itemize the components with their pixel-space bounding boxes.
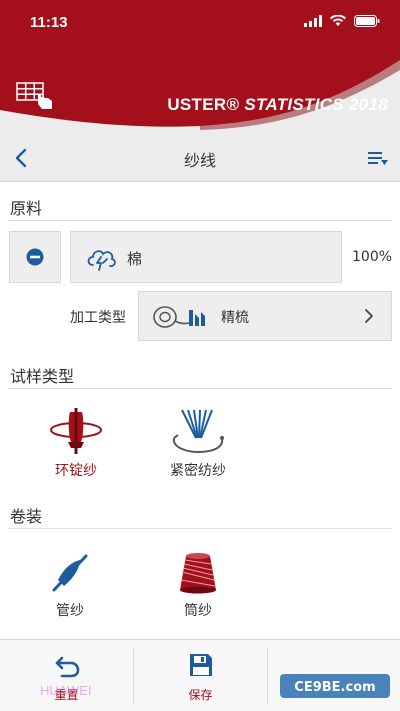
battery-icon: [354, 15, 380, 27]
uster-grid-hand-icon[interactable]: [16, 82, 54, 110]
signal-icon: [304, 15, 322, 27]
section-divider: [8, 220, 392, 221]
processing-type-value: 精梳: [221, 310, 249, 326]
section-divider: [8, 388, 392, 389]
device-watermark: HUAWEI: [40, 683, 92, 698]
app-header: 11:13 USTER® STATISTICS 2018: [0, 0, 400, 134]
sample-option-label: 紧密纺纱: [170, 463, 226, 479]
processing-type-select[interactable]: 精梳: [138, 291, 392, 341]
brand-title-prefix: USTER®: [167, 95, 245, 114]
material-label: 棉: [127, 250, 143, 268]
brand-title: USTER® STATISTICS 2018: [167, 95, 388, 115]
material-select[interactable]: 棉: [70, 231, 342, 283]
status-bar: 11:13: [0, 0, 400, 44]
brand-title-main: STATISTICS 2018: [244, 95, 388, 114]
site-watermark-text: CE9BE.com: [294, 680, 375, 695]
package-option-cone[interactable]: 筒纱: [148, 550, 248, 620]
cone-package-icon: [180, 553, 216, 594]
list-menu-icon[interactable]: [366, 146, 390, 170]
raw-material-heading: 原料: [10, 199, 43, 218]
bobbin-icon: [52, 554, 88, 592]
sample-option-compact-spun[interactable]: 紧密纺纱: [148, 408, 248, 480]
site-watermark-badge: CE9BE.com: [280, 674, 390, 698]
package-option-bobbin[interactable]: 管纱: [20, 550, 120, 620]
section-divider: [8, 528, 392, 529]
sample-option-ring-spun[interactable]: 环锭纱: [26, 408, 126, 480]
package-heading: 卷装: [10, 507, 43, 526]
floppy-disk-icon: [189, 654, 212, 676]
chevron-right-icon: [365, 309, 373, 323]
wifi-icon: [330, 15, 346, 26]
combing-icon: [153, 306, 205, 328]
processing-type-label: 加工类型: [70, 310, 126, 326]
sample-option-label: 环锭纱: [55, 463, 97, 479]
status-icons: [304, 15, 380, 27]
reset-button[interactable]: 重置: [0, 640, 133, 711]
minus-circle-icon: [26, 248, 44, 266]
sample-type-heading: 试样类型: [10, 367, 75, 386]
undo-arrow-icon: [55, 656, 79, 678]
material-percentage[interactable]: 100%: [352, 249, 392, 265]
status-time: 11:13: [30, 14, 68, 31]
page-title: 纱线: [183, 151, 216, 170]
compact-spinning-icon: [172, 409, 224, 454]
package-option-label: 筒纱: [184, 603, 212, 619]
cotton-icon: [87, 250, 116, 271]
ring-spindle-icon: [50, 408, 102, 454]
remove-material-button[interactable]: [9, 231, 61, 283]
navigation-bar: 纱线: [0, 134, 400, 182]
package-option-label: 管纱: [56, 603, 84, 619]
